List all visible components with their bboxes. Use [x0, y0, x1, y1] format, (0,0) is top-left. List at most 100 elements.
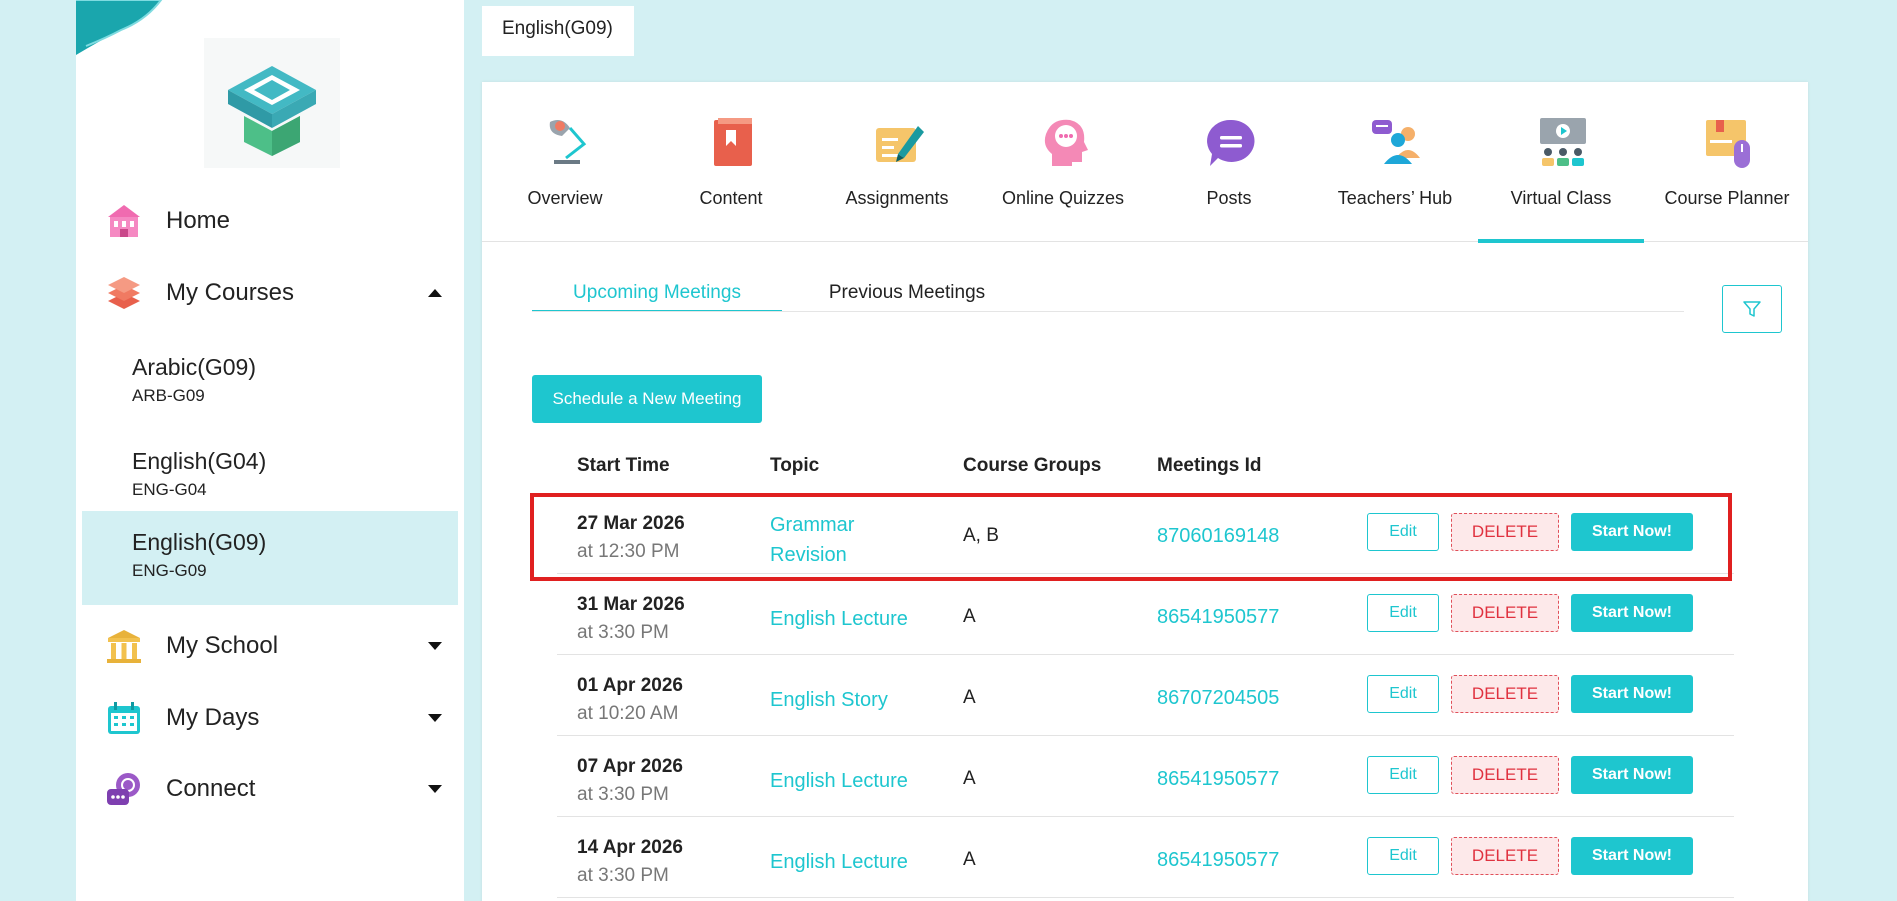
column-header-start-time: Start Time	[577, 455, 670, 476]
meeting-date: 01 Apr 2026	[577, 675, 683, 696]
course-code: ENG-G09	[132, 561, 207, 580]
column-header-course-groups: Course Groups	[963, 455, 1102, 476]
meeting-id-link[interactable]: 86541950577	[1157, 849, 1279, 872]
table-row: 01 Apr 2026 at 10:20 AM English Story A …	[557, 655, 1734, 736]
tab-virtual-class[interactable]: Virtual Class	[1478, 82, 1644, 243]
delete-button[interactable]: DELETE	[1451, 594, 1559, 632]
course-item-arabic-g09[interactable]: Arabic(G09) ARB-G09	[82, 336, 458, 430]
course-code: ENG-G04	[132, 480, 207, 499]
course-name: English(G04)	[132, 448, 267, 474]
meeting-groups: A, B	[963, 525, 999, 546]
tab-label: Online Quizzes	[1001, 188, 1125, 208]
planner-mouse-icon	[1706, 120, 1750, 168]
edit-button[interactable]: Edit	[1367, 513, 1439, 551]
book-icon	[714, 118, 752, 166]
tab-upcoming-meetings[interactable]: Upcoming Meetings	[532, 282, 782, 312]
schedule-meeting-button[interactable]: Schedule a New Meeting	[532, 375, 762, 423]
pen-paper-icon	[876, 126, 924, 162]
filter-icon	[1743, 301, 1761, 317]
nav-home[interactable]: Home	[76, 200, 464, 242]
meeting-id-link[interactable]: 86541950577	[1157, 606, 1279, 629]
tab-label: Course Planner	[1664, 188, 1790, 208]
delete-button[interactable]: DELETE	[1451, 837, 1559, 875]
nav-my-school[interactable]: My School	[76, 625, 464, 667]
tab-label: Overview	[527, 188, 603, 208]
nav-connect-label: Connect	[166, 775, 256, 802]
nav-my-days[interactable]: My Days	[76, 697, 464, 739]
edit-button[interactable]: Edit	[1367, 756, 1439, 794]
meeting-date: 07 Apr 2026	[577, 756, 683, 777]
meeting-id-link[interactable]: 86707204505	[1157, 687, 1279, 710]
desk-lamp-icon	[549, 120, 587, 164]
tab-label: Content	[699, 188, 763, 208]
chat-bubbles-icon	[107, 773, 140, 805]
table-row: 07 Apr 2026 at 3:30 PM English Lecture A…	[557, 736, 1734, 817]
nav-my-courses[interactable]: My Courses	[76, 272, 464, 314]
start-now-button[interactable]: Start Now!	[1571, 675, 1693, 713]
chevron-down-icon[interactable]	[428, 785, 442, 793]
course-item-english-g09[interactable]: English(G09) ENG-G09	[82, 511, 458, 605]
meeting-groups: A	[963, 606, 976, 627]
tab-previous-meetings[interactable]: Previous Meetings	[782, 282, 1032, 304]
meeting-id-link[interactable]: 87060169148	[1157, 525, 1279, 548]
tab-label: Posts	[1206, 188, 1252, 208]
nav-home-label: Home	[166, 207, 231, 234]
meeting-topic-link[interactable]: English Lecture	[770, 604, 908, 634]
tab-overview[interactable]: Overview	[482, 82, 648, 242]
nav-my-school-label: My School	[166, 632, 279, 659]
divider	[532, 311, 1684, 312]
edit-button[interactable]: Edit	[1367, 675, 1439, 713]
edit-button[interactable]: Edit	[1367, 837, 1439, 875]
school-house-icon	[108, 205, 140, 237]
tab-label: Teachers’ Hub	[1337, 188, 1453, 208]
delete-button[interactable]: DELETE	[1451, 756, 1559, 794]
delete-button[interactable]: DELETE	[1451, 675, 1559, 713]
tab-content[interactable]: Content	[648, 82, 814, 242]
meeting-topic-link[interactable]: English Lecture	[770, 847, 908, 877]
meeting-topic-link[interactable]: English Story	[770, 685, 888, 715]
meeting-topic-link[interactable]: Grammar Revision	[770, 510, 870, 570]
nav-my-courses-label: My Courses	[166, 279, 295, 306]
tab-online-quizzes[interactable]: Online Quizzes	[980, 82, 1146, 242]
corner-ribbon-icon	[76, 0, 163, 55]
tab-course-planner[interactable]: Course Planner	[1644, 82, 1810, 242]
filter-button[interactable]	[1722, 285, 1782, 333]
school-logo	[204, 38, 340, 168]
course-name: English(G09)	[132, 529, 267, 555]
meeting-date: 14 Apr 2026	[577, 837, 683, 858]
start-now-button[interactable]: Start Now!	[1571, 756, 1693, 794]
start-now-button[interactable]: Start Now!	[1571, 837, 1693, 875]
meeting-id-link[interactable]: 86541950577	[1157, 768, 1279, 791]
meeting-date: 31 Mar 2026	[577, 594, 685, 615]
meeting-groups: A	[963, 849, 976, 870]
active-tab-indicator	[1478, 239, 1644, 243]
chevron-down-icon[interactable]	[428, 642, 442, 650]
chevron-down-icon[interactable]	[428, 714, 442, 722]
tab-label: Assignments	[845, 188, 949, 208]
meeting-date: 27 Mar 2026	[577, 513, 685, 534]
start-now-button[interactable]: Start Now!	[1571, 594, 1693, 632]
table-row: 27 Mar 2026 at 12:30 PM Grammar Revision…	[557, 493, 1734, 574]
meeting-topic-link[interactable]: English Lecture	[770, 766, 908, 796]
calendar-icon	[108, 702, 140, 734]
tab-posts[interactable]: Posts	[1146, 82, 1312, 242]
sidebar: Home My Courses Arabic(G09) ARB-G09 Engl…	[76, 0, 464, 901]
start-now-button[interactable]: Start Now!	[1571, 513, 1693, 551]
delete-button[interactable]: DELETE	[1451, 513, 1559, 551]
table-row: 31 Mar 2026 at 3:30 PM English Lecture A…	[557, 574, 1734, 655]
school-building-icon	[107, 630, 141, 663]
column-header-meetings-id: Meetings Id	[1157, 455, 1262, 476]
chevron-up-icon[interactable]	[428, 289, 442, 297]
table-row: 14 Apr 2026 at 3:30 PM English Lecture A…	[557, 817, 1734, 898]
tab-assignments[interactable]: Assignments	[814, 82, 980, 242]
meeting-time: at 3:30 PM	[577, 784, 669, 805]
nav-connect[interactable]: Connect	[76, 768, 464, 810]
course-code: ARB-G09	[132, 386, 205, 405]
teachers-group-icon	[1372, 120, 1420, 164]
course-item-english-g04[interactable]: English(G04) ENG-G04	[82, 430, 458, 524]
tab-teachers-hub[interactable]: Teachers’ Hub	[1312, 82, 1478, 242]
edit-button[interactable]: Edit	[1367, 594, 1439, 632]
meeting-time: at 3:30 PM	[577, 622, 669, 643]
breadcrumb-course-title[interactable]: English(G09)	[482, 6, 634, 56]
column-header-topic: Topic	[770, 455, 820, 476]
